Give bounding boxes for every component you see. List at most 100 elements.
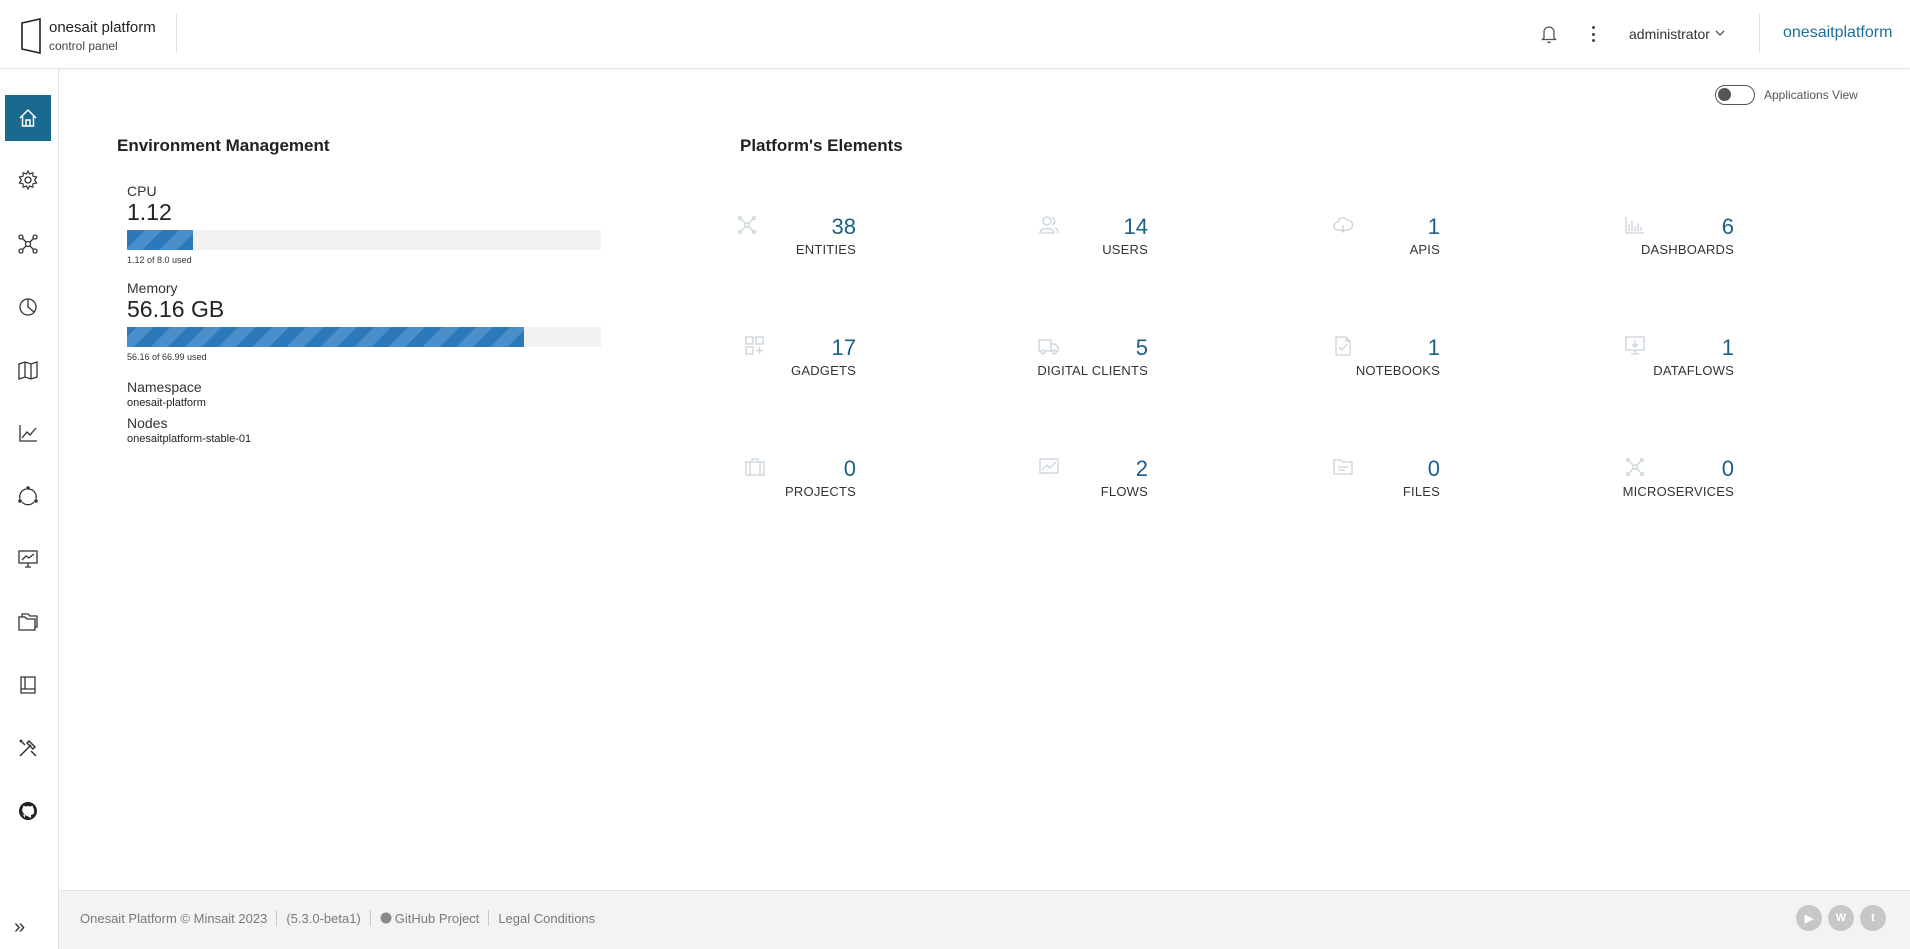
sidebar-item-monitor[interactable] [5, 536, 51, 582]
tile-count: 2 [1135, 456, 1148, 481]
nodes-value: onesaitplatform-stable-01 [127, 433, 252, 445]
cycle-icon [18, 486, 38, 506]
tile-flows[interactable]: 2 FLOWS [1038, 456, 1148, 516]
sidebar-item-files[interactable] [5, 599, 51, 645]
memory-progress-fill [127, 327, 525, 347]
sidebar-item-reports[interactable] [5, 410, 51, 456]
namespace-block: Namespace onesait-platform [127, 379, 602, 409]
cloud-icon [1333, 217, 1354, 233]
tile-label: PROJECTS [785, 484, 856, 499]
wordpress-icon[interactable]: W [1828, 905, 1854, 931]
sidebar-item-network[interactable] [5, 221, 51, 267]
tile-projects[interactable]: 0 PROJECTS [744, 456, 856, 516]
environment-panel: CPU 1.12 1.12 of 8.0 used Memory 56.16 G… [127, 183, 602, 445]
tile-apis[interactable]: 1 APIS [1332, 214, 1440, 274]
cpu-usage-note: 1.12 of 8.0 used [127, 255, 192, 265]
tile-count: 1 [1427, 214, 1440, 239]
sidebar-item-home[interactable] [5, 95, 51, 141]
tile-label: DASHBOARDS [1640, 242, 1734, 257]
youtube-icon[interactable]: ▶ [1796, 905, 1822, 931]
flows-icon [1039, 458, 1059, 474]
sidebar-item-docs[interactable] [5, 662, 51, 708]
tools-icon [19, 739, 37, 757]
tile-label: DIGITAL CLIENTS [1037, 363, 1148, 378]
tile-label: NOTEBOOKS [1355, 363, 1440, 378]
footer: Onesait Platform © Minsait 2023 (5.3.0-b… [59, 890, 1910, 949]
folder-icon [1333, 459, 1353, 475]
brand[interactable]: onesait platform control panel [49, 19, 156, 55]
memory-block: Memory 56.16 GB 56.16 of 66.99 used [127, 280, 602, 362]
tile-microservices[interactable]: 0 MICROSERVICES [1622, 456, 1734, 516]
tile-users[interactable]: 14 USERS [1038, 214, 1148, 274]
tile-label: FLOWS [1100, 484, 1148, 499]
entities-icon [737, 215, 757, 235]
platform-link[interactable]: onesaitplatform [1783, 24, 1892, 42]
sidebar-item-cycle[interactable] [5, 473, 51, 519]
twitter-icon[interactable]: t [1860, 905, 1886, 931]
chevron-down-icon[interactable] [1714, 28, 1726, 38]
user-menu[interactable]: administrator [1629, 26, 1710, 42]
tile-label: FILES [1402, 484, 1440, 499]
tile-count: 0 [1721, 456, 1734, 481]
dashboard-icon [1625, 217, 1644, 234]
top-header: onesait platform control panel administr… [0, 0, 1910, 69]
memory-usage-note: 56.16 of 66.99 used [127, 352, 207, 362]
nodes-block: Nodes onesaitplatform-stable-01 [127, 415, 602, 445]
briefcase-icon [745, 458, 765, 476]
expand-sidebar-icon[interactable]: » [14, 916, 25, 939]
onesait-logo-icon[interactable] [20, 18, 42, 54]
github-icon [19, 802, 37, 820]
tile-dataflows[interactable]: 1 DATAFLOWS [1624, 335, 1734, 395]
footer-links: Onesait Platform © Minsait 2023 (5.3.0-b… [80, 910, 595, 926]
applications-view-label: Applications View [1764, 88, 1858, 102]
cpu-value: 1.12 [127, 199, 172, 225]
applications-view-toggle[interactable] [1715, 85, 1755, 105]
footer-legal-link[interactable]: Legal Conditions [498, 911, 595, 926]
namespace-label: Namespace [127, 379, 202, 395]
tile-entities[interactable]: 38 ENTITIES [736, 214, 856, 274]
sidebar-item-settings[interactable] [5, 157, 51, 203]
tile-gadgets[interactable]: 17 GADGETS [744, 335, 856, 395]
map-icon [18, 361, 38, 380]
bell-icon[interactable] [1540, 24, 1558, 44]
github-icon [380, 912, 392, 924]
tile-count: 5 [1135, 335, 1148, 360]
tile-files[interactable]: 0 FILES [1332, 456, 1440, 516]
pie-chart-icon [19, 298, 37, 316]
sidebar-item-github[interactable] [5, 788, 51, 834]
tile-label: MICROSERVICES [1622, 484, 1734, 499]
tile-digital-clients[interactable]: 5 DIGITAL CLIENTS [1037, 335, 1148, 395]
gear-icon [18, 169, 38, 191]
footer-github-link[interactable]: GitHub Project [395, 911, 480, 926]
book-icon [20, 676, 36, 694]
sidebar-item-maps[interactable] [5, 347, 51, 393]
cpu-progress-fill [127, 230, 194, 250]
tile-count: 0 [1427, 456, 1440, 481]
memory-progress-bar [127, 327, 601, 347]
header-divider [1759, 14, 1760, 52]
tile-count: 1 [1427, 335, 1440, 360]
sidebar-item-tools[interactable] [5, 725, 51, 771]
tile-label: APIS [1409, 242, 1440, 257]
home-icon [19, 108, 37, 127]
tile-notebooks[interactable]: 1 NOTEBOOKS [1332, 335, 1440, 395]
memory-value: 56.16 GB [127, 296, 225, 322]
users-icon [1039, 216, 1059, 234]
tile-count: 14 [1123, 214, 1148, 239]
sidebar-item-analytics[interactable] [5, 284, 51, 330]
more-options-icon[interactable] [1586, 24, 1600, 44]
cpu-block: CPU 1.12 1.12 of 8.0 used [127, 183, 602, 265]
microservices-icon [1625, 457, 1645, 477]
platform-elements-title: Platform's Elements [740, 136, 903, 155]
toggle-knob [1718, 88, 1731, 101]
tile-dashboards[interactable]: 6 DASHBOARDS [1624, 214, 1734, 274]
header-divider [176, 14, 177, 52]
footer-version: (5.3.0-beta1) [286, 910, 361, 926]
network-icon [18, 234, 38, 254]
monitor-chart-icon [18, 550, 38, 568]
nodes-label: Nodes [127, 415, 168, 431]
tile-count: 38 [831, 214, 856, 239]
notebook-icon [1335, 336, 1351, 356]
footer-copyright: Onesait Platform © Minsait 2023 [80, 910, 268, 926]
environment-title: Environment Management [117, 136, 330, 155]
